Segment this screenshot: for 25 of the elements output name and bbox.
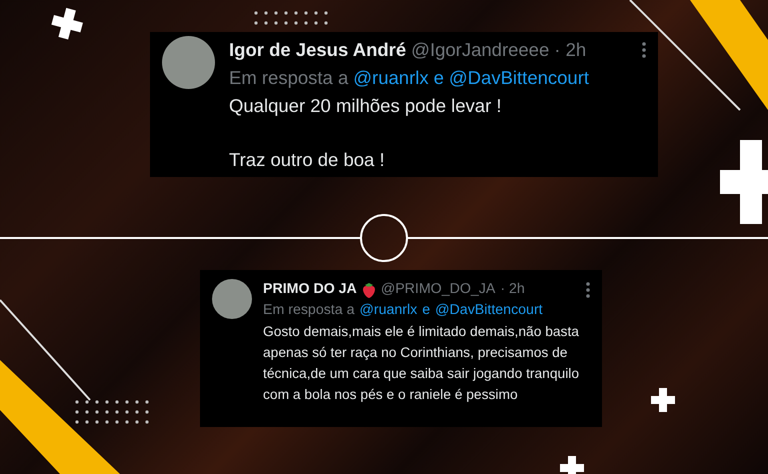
user-handle: @PRIMO_DO_JA xyxy=(380,280,496,299)
more-menu-icon[interactable] xyxy=(642,42,646,58)
cross-icon xyxy=(651,388,675,412)
user-handle: @IgorJandreeee xyxy=(411,38,550,62)
more-menu-icon[interactable] xyxy=(586,282,590,298)
user-name: Igor de Jesus André xyxy=(229,38,406,62)
post-text: Qualquer 20 milhões pode levar ! xyxy=(229,94,503,118)
post-time: · 2h xyxy=(554,38,586,62)
cross-icon xyxy=(560,456,584,474)
mention-link[interactable]: @ruanrlx xyxy=(353,64,429,92)
cross-icon xyxy=(51,8,83,40)
mention-link[interactable]: @DavBittencourt xyxy=(435,300,543,321)
post-time: · 2h xyxy=(500,280,525,299)
cross-icon xyxy=(720,140,768,224)
post-text: Gosto demais,mais ele é limitado demais,não basta apenas só ter raça no Corinthians, precisamos de técnica,de um cara que saiba sair jogando tranquilo com a bola nos pés e o raniele é pessimo xyxy=(263,323,580,404)
reply-label: Em resposta a xyxy=(263,301,354,320)
reply-label: Em resposta a xyxy=(229,66,348,90)
mention-joiner: e xyxy=(422,301,430,320)
user-name: PRIMO DO JA xyxy=(263,280,357,299)
avatar-photo-placeholder xyxy=(212,279,252,319)
post-text: Traz outro de boa ! xyxy=(229,148,386,172)
mention-link[interactable]: @ruanrlx xyxy=(359,300,418,321)
mention-joiner: e xyxy=(434,66,444,90)
mention-link[interactable]: @DavBittencourt xyxy=(448,64,590,92)
center-circle xyxy=(360,214,408,262)
